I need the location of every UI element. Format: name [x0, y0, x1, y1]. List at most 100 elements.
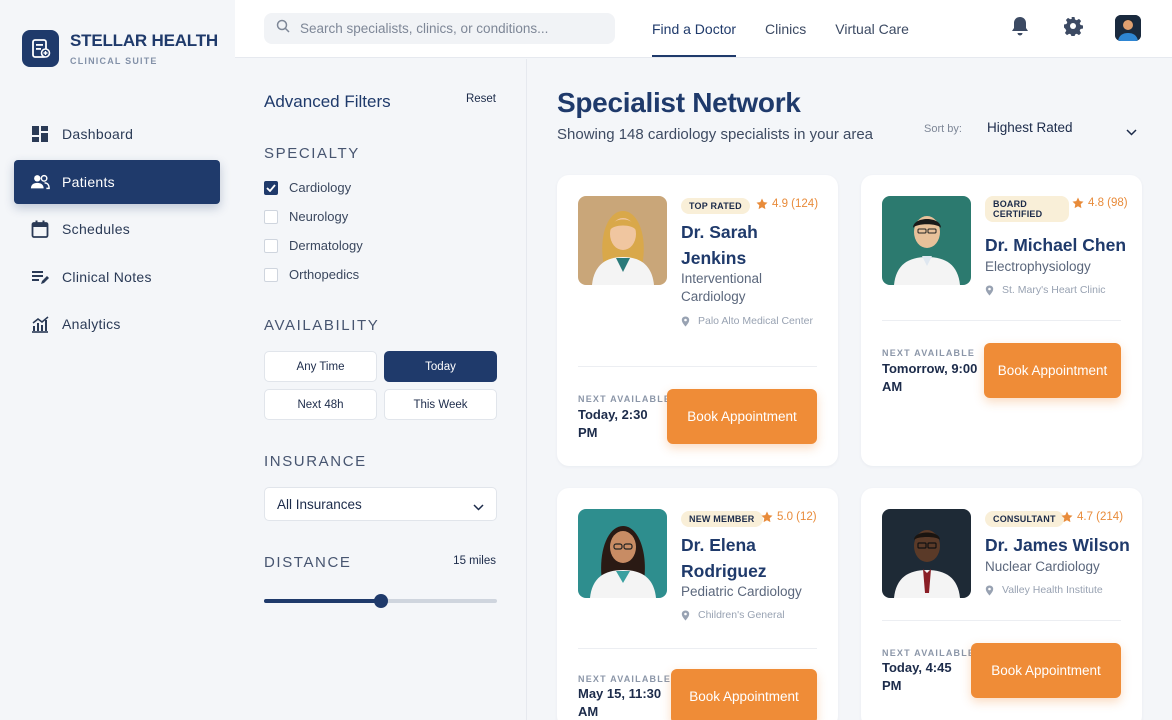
chevron-down-icon	[473, 499, 484, 514]
slider-thumb[interactable]	[373, 594, 388, 608]
doctor-location: St. Mary's Heart Clinic	[985, 283, 1135, 301]
sidebar-nav: Dashboard Patients Schedules Clinical No…	[14, 112, 220, 350]
next-available-label: NEXT AVAILABLE	[578, 674, 672, 684]
book-appointment-button[interactable]: Book Appointment	[671, 669, 817, 720]
doctor-name[interactable]: Dr. Michael Chen	[985, 232, 1135, 258]
doctor-card: BOARD CERTIFIED 4.8 (98) Dr. Michael Che…	[861, 175, 1142, 466]
doctor-name[interactable]: Dr. Elena Rodriguez	[681, 532, 821, 584]
settings-gear-icon[interactable]	[1063, 16, 1083, 41]
availability-any-time-button[interactable]: Any Time	[264, 351, 377, 382]
doctor-photo	[882, 196, 971, 285]
doctor-badge: BOARD CERTIFIED	[985, 196, 1069, 222]
doctor-name[interactable]: Dr. Sarah Jenkins	[681, 219, 821, 271]
next-available-label: NEXT AVAILABLE	[882, 348, 976, 358]
chevron-down-icon	[1126, 124, 1137, 139]
doctor-location: Children's General	[681, 608, 831, 626]
brand-subtitle: CLINICAL SUITE	[70, 56, 158, 66]
sidebar-item-schedules[interactable]: Schedules	[14, 207, 220, 251]
rating-value: 5.0 (12)	[777, 511, 817, 523]
doctor-specialty: Nuclear Cardiology	[985, 559, 1100, 574]
checkbox[interactable]	[264, 209, 278, 224]
availability-next-48h-button[interactable]: Next 48h	[264, 389, 377, 420]
slider-fill	[264, 599, 381, 603]
checkbox-label: Cardiology	[289, 180, 352, 195]
checkbox-label: Neurology	[289, 209, 349, 224]
sort-label: Sort by:	[924, 123, 962, 135]
availability-heading: AVAILABILITY	[264, 317, 380, 334]
sidebar-item-label: Analytics	[62, 316, 121, 332]
sidebar: STELLAR HEALTH CLINICAL SUITE Dashboard …	[0, 0, 235, 720]
page-title: Specialist Network	[557, 87, 801, 118]
analytics-icon	[30, 314, 50, 334]
doctor-specialty: Pediatric Cardiology	[681, 584, 802, 599]
doctor-rating: 4.9 (124)	[756, 198, 818, 213]
distance-slider[interactable]	[264, 594, 497, 608]
book-appointment-button[interactable]: Book Appointment	[971, 643, 1121, 698]
tab-clinics[interactable]: Clinics	[765, 0, 806, 58]
location-text: Valley Health Institute	[1002, 584, 1103, 596]
specialty-option-neurology[interactable]: Neurology	[264, 209, 348, 224]
main-content: Specialist Network Showing 148 cardiolog…	[528, 59, 1172, 720]
sort-select-value: Highest Rated	[987, 120, 1073, 135]
doctor-photo	[578, 509, 667, 598]
checkbox-checked[interactable]	[264, 180, 278, 195]
star-icon	[1061, 511, 1073, 526]
location-pin-icon	[681, 610, 690, 626]
specialty-option-orthopedics[interactable]: Orthopedics	[264, 267, 359, 282]
distance-heading: DISTANCE	[264, 554, 352, 571]
availability-this-week-button[interactable]: This Week	[384, 389, 497, 420]
patients-icon	[30, 172, 50, 192]
doctor-photo	[882, 509, 971, 598]
checkbox[interactable]	[264, 238, 278, 253]
rating-value: 4.8 (98)	[1088, 197, 1128, 209]
brand[interactable]: STELLAR HEALTH CLINICAL SUITE	[22, 30, 218, 67]
user-avatar[interactable]	[1115, 15, 1141, 41]
next-available-value: Today, 2:30 PM	[578, 407, 648, 440]
doctor-rating: 4.7 (214)	[1061, 511, 1123, 526]
doctor-name[interactable]: Dr. James Wilson	[985, 532, 1135, 558]
next-available-label: NEXT AVAILABLE	[882, 648, 976, 658]
doctor-specialty: Interventional Cardiology	[681, 271, 763, 304]
tab-virtual-care[interactable]: Virtual Care	[835, 0, 909, 58]
doctor-badge: CONSULTANT	[985, 511, 1064, 527]
doctor-rating: 5.0 (12)	[761, 511, 817, 526]
distance-value: 15 miles	[453, 555, 496, 567]
tab-find-a-doctor[interactable]: Find a Doctor	[652, 0, 737, 58]
next-available-value: May 15, 11:30 AM	[578, 686, 662, 719]
insurance-select-value: All Insurances	[277, 496, 362, 512]
insurance-select[interactable]: All Insurances	[264, 487, 497, 521]
specialty-option-dermatology[interactable]: Dermatology	[264, 238, 363, 253]
availability-today-button[interactable]: Today	[384, 351, 497, 382]
filter-panel: Advanced Filters Reset SPECIALTY Cardiol…	[235, 59, 527, 720]
sidebar-item-dashboard[interactable]: Dashboard	[14, 112, 220, 156]
location-pin-icon	[985, 285, 994, 301]
specialty-option-cardiology[interactable]: Cardiology	[264, 180, 351, 195]
book-appointment-button[interactable]: Book Appointment	[667, 389, 817, 444]
star-icon	[756, 198, 768, 213]
doctor-badge: NEW MEMBER	[681, 511, 763, 527]
notification-bell-icon[interactable]	[1011, 16, 1029, 41]
book-appointment-button[interactable]: Book Appointment	[984, 343, 1121, 398]
sidebar-item-patients[interactable]: Patients	[14, 159, 220, 204]
checkbox[interactable]	[264, 267, 278, 282]
search-box[interactable]	[264, 13, 615, 44]
card-divider	[882, 320, 1121, 321]
sidebar-item-clinical-notes[interactable]: Clinical Notes	[14, 255, 220, 299]
next-available-label: NEXT AVAILABLE	[578, 394, 672, 404]
sidebar-item-analytics[interactable]: Analytics	[14, 302, 220, 346]
star-icon	[1072, 197, 1084, 212]
doctor-card: TOP RATED 4.9 (124) Dr. Sarah Jenkins In…	[557, 175, 838, 466]
reset-button[interactable]: Reset	[466, 93, 496, 105]
location-pin-icon	[681, 316, 690, 332]
sidebar-item-label: Patients	[62, 173, 115, 190]
doctor-location: Valley Health Institute	[985, 583, 1135, 601]
filters-title: Advanced Filters	[264, 92, 391, 111]
rating-value: 4.9 (124)	[772, 198, 819, 210]
top-bar: Find a Doctor Clinics Virtual Care	[235, 0, 1172, 58]
search-input[interactable]	[300, 21, 600, 36]
rating-value: 4.7 (214)	[1077, 511, 1124, 523]
calendar-icon	[30, 219, 50, 239]
star-icon	[761, 511, 773, 526]
doctor-photo	[578, 196, 667, 285]
sort-select[interactable]: Highest Rated	[987, 120, 1137, 136]
